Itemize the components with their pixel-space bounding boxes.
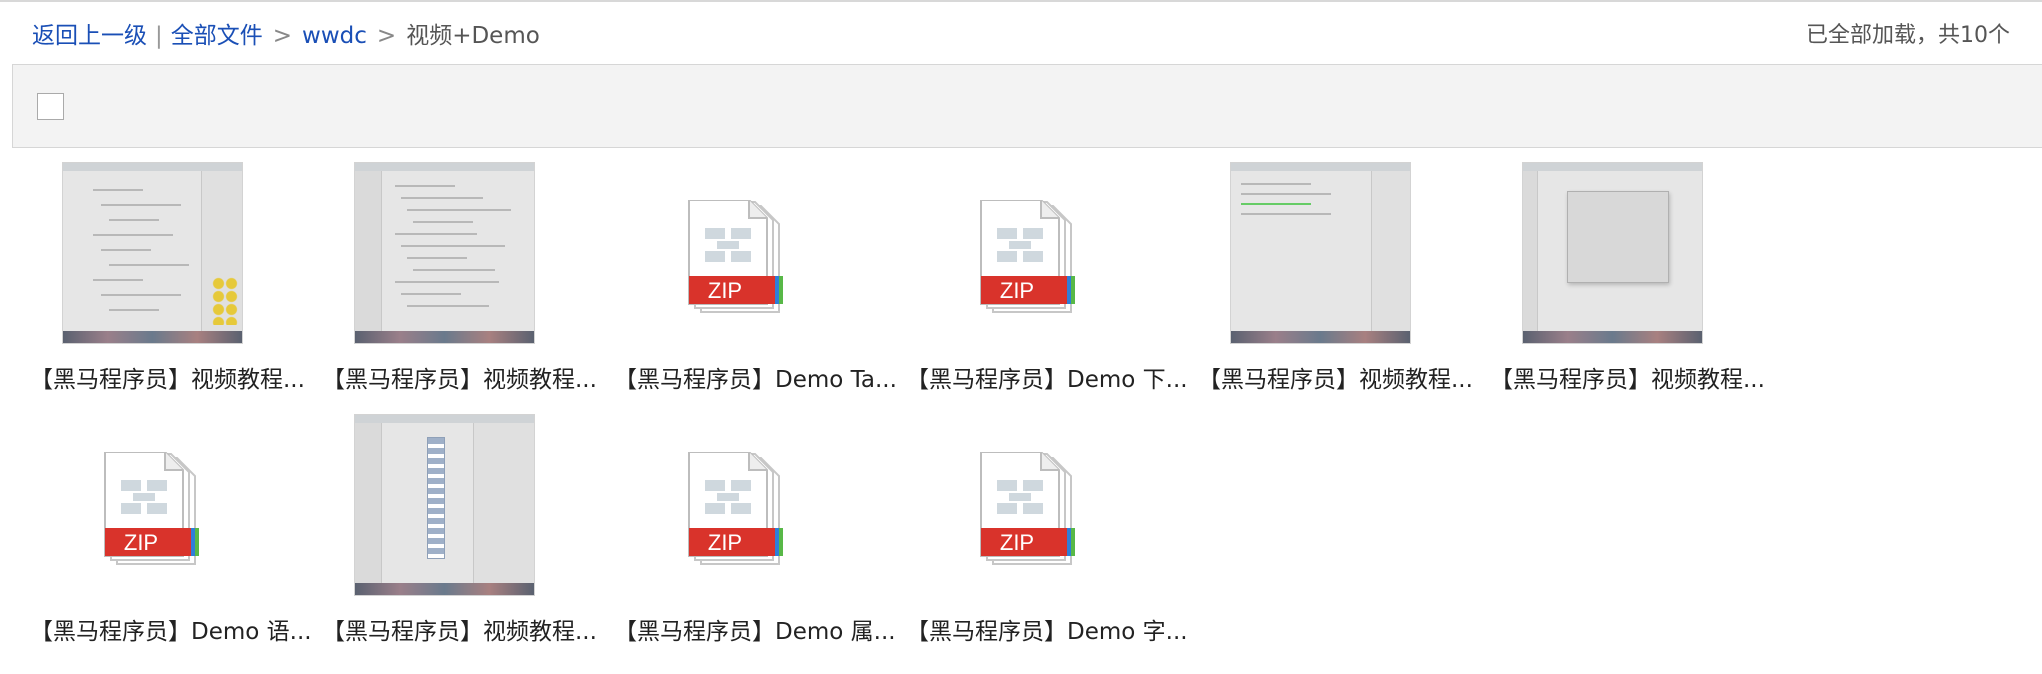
file-name[interactable]: 【黑马程序员】视频教程...: [1490, 360, 1782, 394]
video-thumbnail[interactable]: [354, 414, 535, 596]
file-name[interactable]: 【黑马程序员】视频教程...: [322, 360, 614, 394]
breadcrumb: 返回上一级 | 全部文件 > wwdc > 视频+Demo: [32, 18, 540, 54]
zip-label: ZIP: [1000, 278, 1034, 303]
zip-label: ZIP: [124, 530, 158, 555]
current-folder: 视频+Demo: [406, 23, 540, 49]
select-all-checkbox[interactable]: [37, 93, 64, 120]
breadcrumb-separator: >: [272, 23, 293, 49]
file-name[interactable]: 【黑马程序员】Demo 属...: [614, 612, 906, 646]
video-file-item[interactable]: 【黑马程序员】视频教程...: [1198, 162, 1490, 412]
top-bar: 返回上一级 | 全部文件 > wwdc > 视频+Demo 已全部加载，共10个: [32, 18, 2010, 54]
video-file-item[interactable]: 【黑马程序员】视频教程...: [322, 414, 614, 664]
zip-file-item[interactable]: ZIP 【黑马程序员】Demo 下...: [906, 162, 1198, 412]
video-thumbnail[interactable]: [354, 162, 535, 344]
file-name[interactable]: 【黑马程序员】Demo Ta...: [614, 360, 906, 394]
video-file-item[interactable]: 【黑马程序员】视频教程...: [322, 162, 614, 412]
file-name[interactable]: 【黑马程序员】视频教程...: [322, 612, 614, 646]
zip-file-item[interactable]: ZIP 【黑马程序员】Demo 字...: [906, 414, 1198, 664]
file-name[interactable]: 【黑马程序员】Demo 字...: [906, 612, 1198, 646]
breadcrumb-separator: >: [376, 23, 397, 49]
folder-link-wwdc[interactable]: wwdc: [302, 23, 367, 49]
zip-file-icon: ZIP: [104, 452, 199, 565]
video-thumbnail[interactable]: [1230, 162, 1411, 344]
zip-file-item[interactable]: ZIP 【黑马程序员】Demo Ta...: [614, 162, 906, 412]
video-file-item[interactable]: 【黑马程序员】视频教程...: [1490, 162, 1782, 412]
file-name[interactable]: 【黑马程序员】视频教程...: [1198, 360, 1490, 394]
selection-toolbar: [12, 64, 2042, 148]
video-thumbnail[interactable]: [62, 162, 243, 344]
zip-label: ZIP: [708, 530, 742, 555]
zip-file-item[interactable]: ZIP 【黑马程序员】Demo 属...: [614, 414, 906, 664]
file-name[interactable]: 【黑马程序员】视频教程...: [30, 360, 322, 394]
video-file-item[interactable]: 【黑马程序员】视频教程...: [30, 162, 322, 412]
all-files-link[interactable]: 全部文件: [171, 23, 263, 49]
load-status: 已全部加载，共10个: [1806, 23, 2010, 48]
zip-file-icon: ZIP: [980, 200, 1075, 313]
video-thumbnail[interactable]: [1522, 162, 1703, 344]
zip-file-icon: ZIP: [688, 200, 783, 313]
zip-file-item[interactable]: ZIP 【黑马程序员】Demo 语...: [30, 414, 322, 664]
zip-label: ZIP: [708, 278, 742, 303]
zip-file-icon: ZIP: [980, 452, 1075, 565]
back-link[interactable]: 返回上一级: [32, 23, 147, 49]
zip-file-icon: ZIP: [688, 452, 783, 565]
breadcrumb-divider: |: [155, 23, 163, 49]
zip-label: ZIP: [1000, 530, 1034, 555]
file-name[interactable]: 【黑马程序员】Demo 语...: [30, 612, 322, 646]
file-name[interactable]: 【黑马程序员】Demo 下...: [906, 360, 1198, 394]
